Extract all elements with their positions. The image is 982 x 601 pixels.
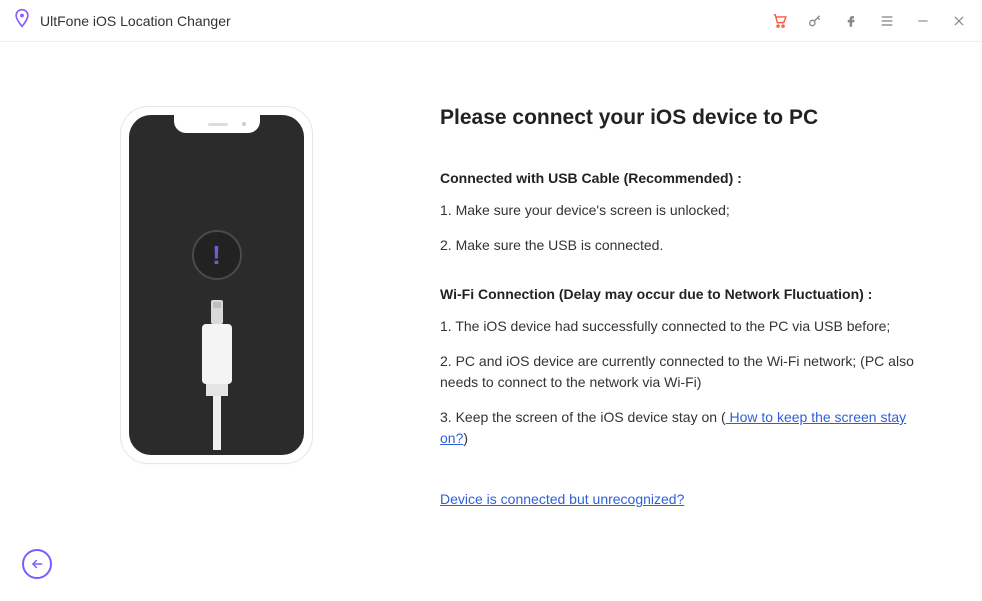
facebook-icon[interactable] [842,12,860,30]
back-button[interactable] [22,549,52,579]
app-title: UltFone iOS Location Changer [40,13,231,29]
phone-illustration: ! [120,106,340,509]
wifi-step-3: 3. Keep the screen of the iOS device sta… [440,407,922,449]
close-icon[interactable] [950,12,968,30]
cart-icon[interactable] [770,12,788,30]
key-icon[interactable] [806,12,824,30]
wifi-step-1: 1. The iOS device had successfully conne… [440,316,922,337]
titlebar-right [770,12,968,30]
minimize-icon[interactable] [914,12,932,30]
warning-icon: ! [192,230,242,280]
app-logo-icon [12,8,32,33]
page-heading: Please connect your iOS device to PC [440,106,922,130]
usb-section-title: Connected with USB Cable (Recommended) : [440,170,922,186]
main-content: ! Please connect your iOS device to PC C… [0,42,982,509]
wifi-step-3-pre: 3. Keep the screen of the iOS device sta… [440,409,726,425]
wifi-section-title: Wi-Fi Connection (Delay may occur due to… [440,286,922,302]
wifi-step-3-post: ) [463,430,468,446]
unrecognized-link[interactable]: Device is connected but unrecognized? [440,491,684,507]
instructions-column: Please connect your iOS device to PC Con… [340,106,942,509]
wifi-step-2: 2. PC and iOS device are currently conne… [440,351,922,393]
titlebar-left: UltFone iOS Location Changer [12,8,231,33]
titlebar: UltFone iOS Location Changer [0,0,982,42]
usb-step-2: 2. Make sure the USB is connected. [440,235,922,256]
usb-step-1: 1. Make sure your device's screen is unl… [440,200,922,221]
phone-screen: ! [129,115,304,455]
usb-cable-icon [194,300,240,455]
phone-frame: ! [120,106,313,464]
menu-icon[interactable] [878,12,896,30]
phone-notch [174,115,260,133]
